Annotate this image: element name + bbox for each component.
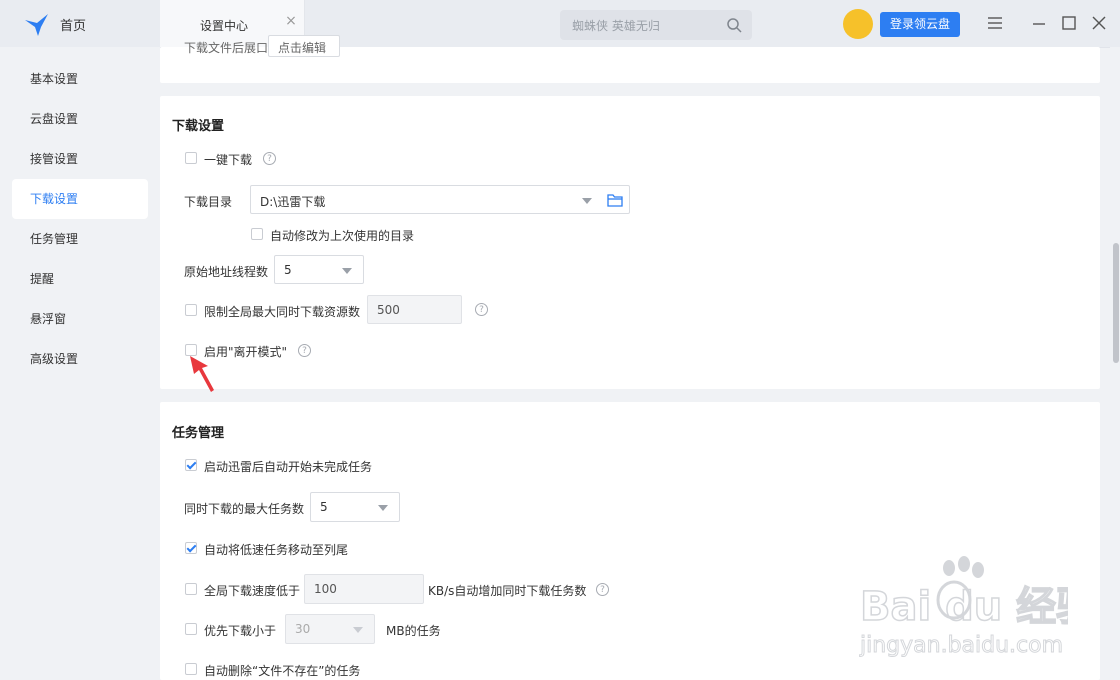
sidebar-item-label: 任务管理 — [30, 232, 79, 246]
sidebar-item-reminder[interactable]: 提醒 — [12, 259, 148, 299]
close-icon[interactable] — [1089, 13, 1109, 33]
partial-edit-button-label: 点击编辑 — [278, 41, 327, 55]
previous-settings-card: 下载文件后展口 点击编辑 — [160, 35, 1100, 83]
search-box[interactable] — [560, 10, 752, 40]
auto-start-label: 启动迅雷后自动开始未完成任务 — [204, 460, 373, 474]
avatar[interactable] — [843, 9, 873, 39]
settings-sidebar: 基本设置 云盘设置 接管设置 下载设置 任务管理 提醒 悬浮窗 高级设置 — [0, 47, 160, 680]
sidebar-item-float-window[interactable]: 悬浮窗 — [12, 299, 148, 339]
priority-small-value: 30 — [295, 622, 311, 636]
limit-resources-checkbox[interactable] — [185, 304, 197, 316]
watermark-url: jingyan.baidu.com — [859, 633, 1063, 658]
priority-small-checkbox[interactable] — [185, 623, 197, 635]
sidebar-item-label: 基本设置 — [30, 72, 79, 86]
limit-resources-label: 限制全局最大同时下载资源数 — [204, 305, 361, 319]
limit-resources-value: 500 — [377, 303, 400, 317]
help-icon[interactable]: ? — [596, 583, 609, 596]
delete-missing-label: 自动删除“文件不存在”的任务 — [204, 664, 361, 678]
thunder-bird-logo-icon[interactable] — [24, 11, 50, 37]
download-settings-card: 下载设置 一键下载 ? 下载目录 D:\迅雷下载 自动修改为上次使用的目录 原始… — [160, 96, 1100, 392]
section-title-download: 下载设置 — [172, 119, 225, 134]
download-dir-value: D:\迅雷下载 — [260, 195, 326, 209]
speed-below-input[interactable]: 100 — [304, 574, 424, 604]
tab-title: 设置中心 — [200, 19, 249, 33]
download-dir-select[interactable]: D:\迅雷下载 — [250, 185, 630, 214]
sidebar-item-label: 提醒 — [30, 272, 55, 286]
search-icon[interactable] — [726, 17, 742, 33]
thread-count-select[interactable]: 5 — [274, 255, 364, 284]
partial-edit-button[interactable]: 点击编辑 — [268, 35, 340, 57]
sidebar-item-takeover[interactable]: 接管设置 — [12, 139, 148, 179]
maximize-icon[interactable] — [1059, 13, 1079, 33]
priority-small-suffix: MB的任务 — [386, 624, 441, 638]
download-dir-label: 下载目录 — [184, 195, 233, 209]
auto-modify-dir-checkbox[interactable] — [251, 228, 263, 240]
sidebar-item-label: 接管设置 — [30, 152, 79, 166]
sidebar-item-basic[interactable]: 基本设置 — [12, 59, 148, 99]
tab-close-icon[interactable]: × — [284, 14, 298, 28]
speed-below-checkbox[interactable] — [185, 583, 197, 595]
auto-modify-dir-label: 自动修改为上次使用的目录 — [270, 229, 415, 243]
move-slow-label: 自动将低速任务移动至列尾 — [204, 543, 349, 557]
speed-below-suffix: KB/s自动增加同时下载任务数 — [428, 584, 587, 598]
watermark-brand: Bai du 经验 — [860, 584, 1068, 630]
home-tab-label[interactable]: 首页 — [60, 15, 86, 34]
login-button[interactable]: 登录领云盘 — [880, 12, 960, 37]
menu-icon[interactable] — [985, 13, 1005, 33]
sidebar-item-download[interactable]: 下载设置 — [12, 179, 148, 219]
folder-icon[interactable] — [607, 193, 623, 207]
sidebar-item-label: 高级设置 — [30, 352, 79, 366]
priority-small-select[interactable]: 30 — [285, 614, 375, 644]
sidebar-item-label: 云盘设置 — [30, 112, 79, 126]
scrollbar-thumb[interactable] — [1113, 243, 1119, 363]
help-icon[interactable]: ? — [298, 344, 311, 357]
auto-start-checkbox[interactable] — [185, 459, 197, 471]
thread-count-label: 原始地址线程数 — [184, 265, 269, 279]
search-input[interactable] — [570, 16, 714, 36]
limit-resources-input[interactable]: 500 — [367, 295, 462, 324]
chevron-down-icon[interactable] — [378, 505, 388, 511]
help-icon[interactable]: ? — [475, 303, 488, 316]
one-click-download-checkbox[interactable] — [185, 152, 197, 164]
thread-count-value: 5 — [284, 263, 292, 277]
move-slow-checkbox[interactable] — [185, 542, 197, 554]
partial-row-label: 下载文件后展口 — [184, 41, 269, 55]
sidebar-item-tasks[interactable]: 任务管理 — [12, 219, 148, 259]
one-click-download-label: 一键下载 — [204, 153, 253, 167]
sidebar-item-advanced[interactable]: 高级设置 — [12, 339, 148, 379]
help-icon[interactable]: ? — [263, 152, 276, 165]
chevron-down-icon[interactable] — [342, 268, 352, 274]
chevron-down-icon[interactable] — [353, 627, 363, 633]
section-title-tasks: 任务管理 — [172, 426, 225, 441]
delete-missing-checkbox[interactable] — [185, 663, 197, 675]
max-tasks-select[interactable]: 5 — [310, 492, 400, 522]
max-tasks-label: 同时下载的最大任务数 — [184, 502, 305, 516]
red-arrow-annotation-icon — [190, 356, 214, 392]
title-bar: 首页 设置中心 × 登录领云盘 — [0, 0, 1120, 48]
priority-small-label: 优先下载小于 — [204, 624, 277, 638]
speed-below-value: 100 — [314, 582, 337, 596]
max-tasks-value: 5 — [320, 500, 328, 514]
minimize-icon[interactable] — [1029, 13, 1049, 33]
sidebar-item-label: 悬浮窗 — [30, 312, 67, 326]
sidebar-item-cloud[interactable]: 云盘设置 — [12, 99, 148, 139]
speed-below-label: 全局下载速度低于 — [204, 584, 301, 598]
chevron-down-icon[interactable] — [582, 198, 592, 204]
scrollbar-track[interactable] — [1110, 47, 1120, 680]
sidebar-item-label: 下载设置 — [30, 192, 79, 206]
baidu-jingyan-watermark: Bai du 经验 jingyan.baidu.com — [859, 556, 1068, 659]
